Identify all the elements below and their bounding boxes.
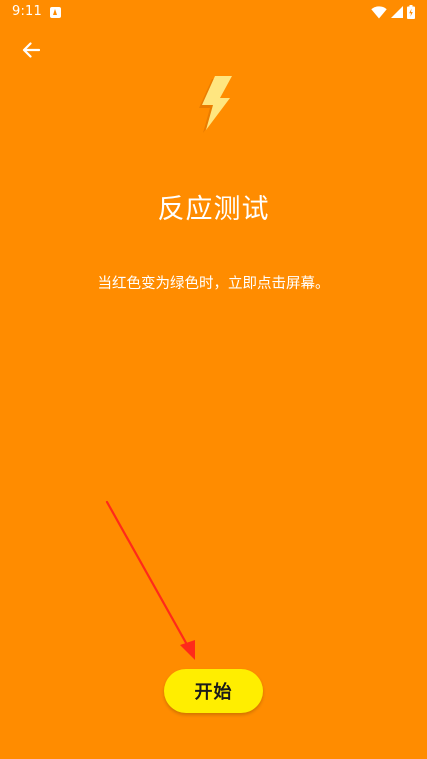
arrow-left-icon [22, 42, 40, 58]
page-title: 反应测试 [157, 194, 270, 225]
lightning-bolt-icon [199, 76, 232, 133]
reaction-test-screen: 9:11 反应测试 当红色变为绿色时，立即点击屏幕。 开始 [0, 0, 427, 759]
status-icons [371, 4, 415, 20]
status-time: 9:11 [12, 4, 42, 19]
instructions-text: 当红色变为绿色时，立即点击屏幕。 [97, 276, 330, 292]
battery-icon [407, 5, 415, 19]
back-button[interactable] [18, 37, 44, 63]
status-bar: 9:11 [0, 0, 427, 24]
signal-icon [391, 6, 403, 18]
start-button[interactable]: 开始 [164, 669, 263, 713]
wifi-icon [371, 5, 387, 18]
notification-icon [50, 7, 61, 18]
